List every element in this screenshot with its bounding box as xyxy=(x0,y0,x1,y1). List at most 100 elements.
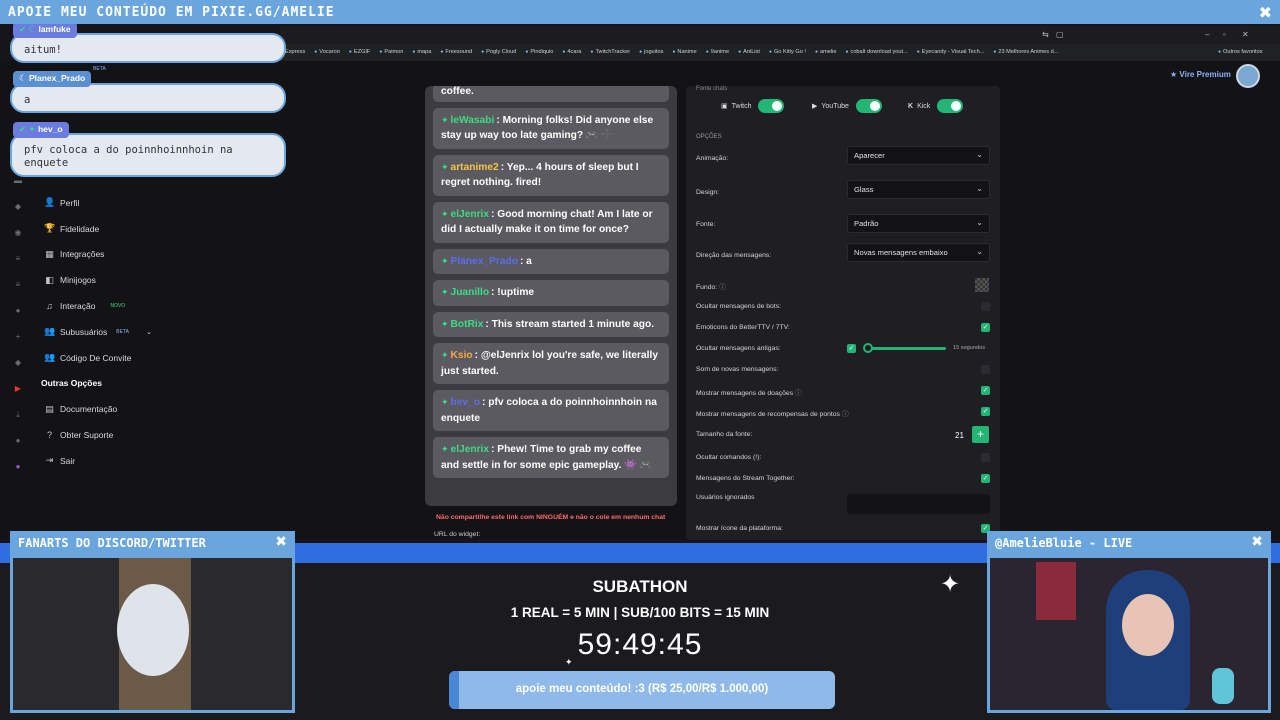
bookmark[interactable]: cobalt download yout... xyxy=(845,49,908,55)
dot-icon[interactable]: ● xyxy=(8,306,28,332)
youtube-icon[interactable]: ▶ xyxy=(8,384,28,410)
sidebar-item-subusuarios[interactable]: 👥 Subusuários BETA ⌄ xyxy=(36,319,158,345)
close-icon[interactable]: ✖ xyxy=(1251,534,1263,550)
webcam-title-text: @AmelieBluie - LIVE xyxy=(995,536,1133,550)
chat-username: artanime2 xyxy=(450,161,499,173)
design-select[interactable]: Glass ⌄ xyxy=(847,180,990,199)
platform-kick[interactable]: K Kick xyxy=(908,99,964,113)
chat-message: ✦ BotRix: This stream started 1 minute ag… xyxy=(433,311,669,337)
users-icon: 👥 xyxy=(44,326,56,337)
sidebar-item-sair[interactable]: ⇥ Sair xyxy=(36,448,158,474)
overlay-chat-bubble: a xyxy=(10,83,286,113)
select-value: Padrão xyxy=(854,219,879,228)
close-icon[interactable]: ✖ xyxy=(1259,3,1272,22)
twitch-icon[interactable]: ◆ xyxy=(8,202,28,228)
animation-select[interactable]: Aparecer ⌄ xyxy=(847,146,990,165)
list-icon[interactable]: ≡ xyxy=(8,254,28,280)
list-icon[interactable]: ≡ xyxy=(8,280,28,306)
select-value: Glass xyxy=(854,185,874,194)
webcam-feed xyxy=(987,555,1271,713)
plug-icon: ▦ xyxy=(45,248,54,259)
bookmark[interactable]: EZGIF xyxy=(349,49,370,55)
minimize-icon[interactable]: – xyxy=(1205,30,1209,39)
youtube-toggle[interactable] xyxy=(855,99,882,113)
sidebar-item-suporte[interactable]: ? Obter Suporte xyxy=(36,422,158,448)
bookmark[interactable]: Paimon xyxy=(379,49,403,55)
bookmark[interactable]: AniList xyxy=(738,49,760,55)
gear-icon[interactable]: ◉ xyxy=(8,228,28,254)
download-icon[interactable]: ⤓ xyxy=(8,410,28,436)
poster xyxy=(1036,562,1076,620)
ignored-users-input[interactable] xyxy=(847,494,990,514)
sidebar-item-perfil[interactable]: 👤 Perfil xyxy=(36,190,158,216)
bookmark[interactable]: TwitchTracker xyxy=(590,49,630,55)
sidebar-item-fidelidade[interactable]: 🏆 Fidelidade xyxy=(36,216,158,242)
bookmark[interactable]: Pindiquio xyxy=(525,49,553,55)
sidebar-item-interacao[interactable]: ♫ Interação NOVO xyxy=(36,293,158,319)
platform-twitch[interactable]: ▣ Twitch xyxy=(721,99,785,113)
avatar[interactable] xyxy=(1236,64,1260,88)
bookmark[interactable]: Eyecandy - Visual Tech... xyxy=(917,49,985,55)
close-icon[interactable]: ✖ xyxy=(275,534,287,550)
platform-youtube[interactable]: ▶ YouTube xyxy=(812,99,882,113)
subathon-timer: 59:49:45 xyxy=(577,628,703,661)
sidebar-item-label: Sair xyxy=(60,455,76,466)
bookmark[interactable]: mapa xyxy=(412,49,431,55)
translate-icon[interactable]: ⇆ xyxy=(1042,30,1049,39)
overlay-chat-bubble: pfv coloca a do poinnhoinnhoin na enquet… xyxy=(10,133,286,177)
kick-toggle[interactable] xyxy=(937,99,964,113)
diamond-icon[interactable]: ◆ xyxy=(8,358,28,384)
bookmark[interactable]: Outros favoritos xyxy=(1218,49,1262,55)
sidebar-item-integracoes[interactable]: ▦ Integrações xyxy=(36,242,158,268)
stream-together-checkbox[interactable]: ✓ xyxy=(981,474,990,483)
bookmark[interactable]: Freesound xyxy=(440,49,472,55)
sidebar-item-label: Fidelidade xyxy=(60,223,100,234)
plus-icon[interactable]: + xyxy=(8,332,28,358)
bookmark[interactable]: 23 Melhores Animes d... xyxy=(993,49,1058,55)
direction-select[interactable]: Novas mensagens embaixo ⌄ xyxy=(847,243,990,262)
dot-icon[interactable]: ● xyxy=(8,436,28,462)
bookmark[interactable]: joguitos xyxy=(639,49,663,55)
bookmark[interactable]: Pogly Cloud xyxy=(481,49,516,55)
bookmark[interactable]: 9anime xyxy=(706,49,729,55)
emotes-checkbox[interactable]: ✓ xyxy=(981,323,990,332)
chat-message: ✦ Juanillo: !uptime xyxy=(433,280,669,306)
screenshot-icon[interactable]: ▢ xyxy=(1056,30,1064,39)
sound-checkbox[interactable] xyxy=(981,365,990,374)
bookmark[interactable]: amelie xyxy=(815,49,836,55)
bookmark[interactable]: Nanime xyxy=(672,49,696,55)
hide-old-slider[interactable] xyxy=(866,347,946,350)
rewards-checkbox[interactable]: ✓ xyxy=(981,407,990,416)
sidebar-item-documentacao[interactable]: ▤ Documentação xyxy=(36,396,158,422)
twitch-toggle[interactable] xyxy=(758,99,785,113)
bookmark[interactable]: 4cara xyxy=(562,49,581,55)
sidebar-item-minijogos[interactable]: ◧ Minijogos xyxy=(36,267,158,293)
sidebar-item-label: Subusuários xyxy=(60,326,108,337)
bookmark[interactable]: Go Kitty Go ! xyxy=(769,49,806,55)
sidebar-item-label: Perfil xyxy=(60,197,80,208)
background-color-picker[interactable] xyxy=(975,278,989,292)
info-icon: ⓘ xyxy=(795,390,802,397)
font-select[interactable]: Padrão ⌄ xyxy=(847,214,990,233)
hide-bots-checkbox[interactable] xyxy=(981,302,990,311)
chat-text: : @elJenrix lol you're safe, we literall… xyxy=(441,350,658,377)
font-size-increase-button[interactable]: + xyxy=(972,426,989,443)
hide-old-checkbox[interactable]: ✓ xyxy=(847,344,856,353)
app-icon-bar: ▬ ◆ ◉ ≡ ≡ ● + ◆ ▶ ⤓ ● ● xyxy=(8,176,28,521)
username: Planex_Prado xyxy=(28,73,86,83)
donations-checkbox[interactable]: ✓ xyxy=(981,386,990,395)
window-close-icon[interactable]: ✕ xyxy=(1242,30,1249,39)
slider-handle[interactable] xyxy=(863,343,873,353)
dot-icon[interactable]: ● xyxy=(8,462,28,488)
overlay-chat-text: a xyxy=(24,94,31,106)
chevron-down-icon[interactable]: ⌄ xyxy=(146,328,152,336)
bookmark[interactable]: Vocaroo xyxy=(314,49,340,55)
select-value: Aparecer xyxy=(854,151,885,160)
maximize-icon[interactable]: ▫ xyxy=(1223,30,1226,39)
sidebar-item-convite[interactable]: 👥 Código De Convite xyxy=(36,345,158,371)
hide-commands-checkbox[interactable] xyxy=(981,453,990,462)
chat-username: hev_o xyxy=(450,397,480,408)
premium-link[interactable]: ★ Vire Premium xyxy=(1170,70,1231,79)
menu-icon[interactable]: ▬ xyxy=(8,176,28,202)
chat-message: ✦ elJenrix: Phew! Time to grab my coffee … xyxy=(433,437,669,478)
